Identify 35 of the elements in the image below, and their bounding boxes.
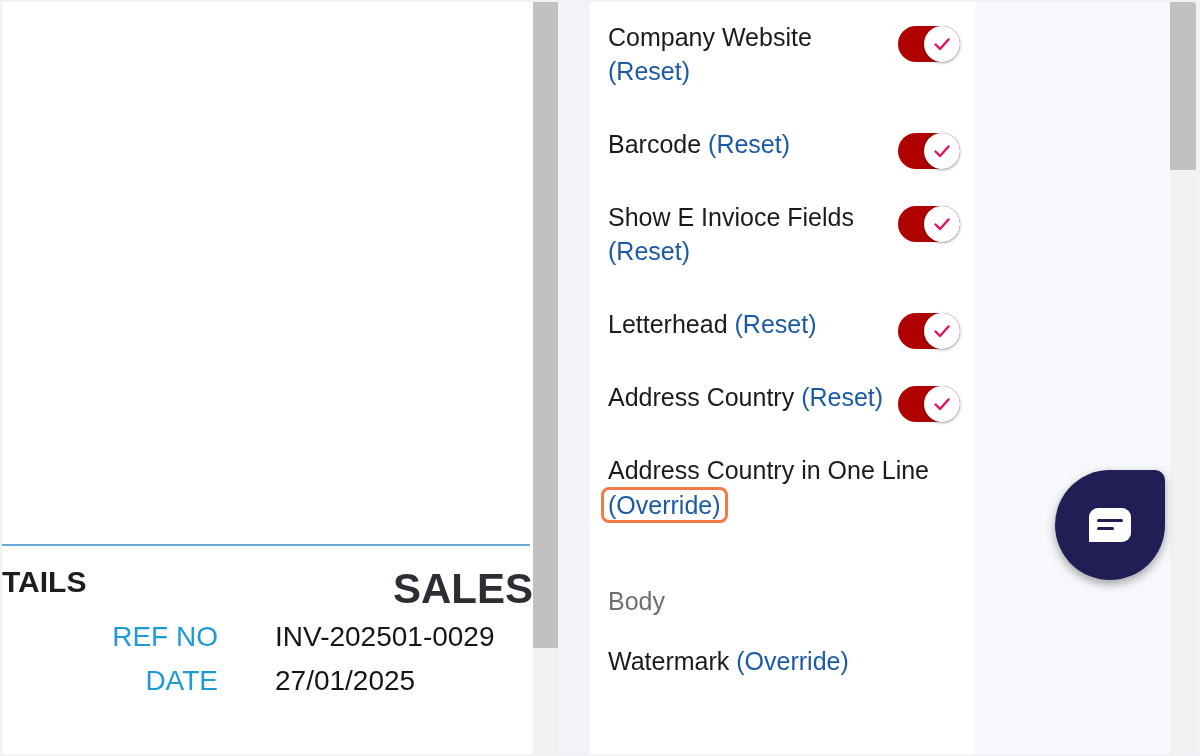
toggle-switch[interactable] xyxy=(898,206,960,242)
check-icon xyxy=(934,397,950,411)
check-icon xyxy=(934,37,950,51)
field-label: DATE xyxy=(144,664,218,698)
field-value: INV-202501-0029 xyxy=(275,620,496,654)
setting-link[interactable]: (Reset) xyxy=(608,237,690,265)
document-title: SALES xyxy=(392,565,533,613)
section-heading: Body xyxy=(608,586,665,617)
setting-label: Address Country xyxy=(608,383,795,411)
toggle-switch[interactable] xyxy=(898,313,960,349)
toggle-switch[interactable] xyxy=(898,386,960,422)
scrollbar-thumb[interactable] xyxy=(1170,2,1196,170)
check-icon xyxy=(934,217,950,231)
setting-label: Letterhead xyxy=(608,310,728,338)
setting-link[interactable]: (Reset) xyxy=(801,383,884,411)
setting-label: Company Website xyxy=(608,23,812,51)
check-icon xyxy=(934,144,950,158)
toggle-switch[interactable] xyxy=(898,133,960,169)
setting-link[interactable]: (Reset) xyxy=(708,130,791,158)
setting-link[interactable]: (Reset) xyxy=(608,57,690,85)
section-heading: TAILS xyxy=(2,565,87,599)
setting-label: Address Country in One Line xyxy=(608,456,929,484)
check-icon xyxy=(934,324,950,338)
field-value: 27/01/2025 xyxy=(275,664,417,698)
setting-link[interactable]: (Override) xyxy=(608,491,721,519)
scrollbar[interactable] xyxy=(1170,2,1196,754)
setting-link[interactable]: (Override) xyxy=(736,647,849,675)
chat-icon xyxy=(1089,508,1131,542)
chat-button[interactable] xyxy=(1055,470,1165,580)
setting-label: Watermark xyxy=(608,647,730,675)
toggle-switch[interactable] xyxy=(898,26,960,62)
field-label: REF NO xyxy=(111,620,218,654)
setting-link[interactable]: (Reset) xyxy=(734,310,817,338)
setting-label: Barcode xyxy=(608,130,702,158)
setting-label: Show E Invioce Fields xyxy=(608,203,854,231)
